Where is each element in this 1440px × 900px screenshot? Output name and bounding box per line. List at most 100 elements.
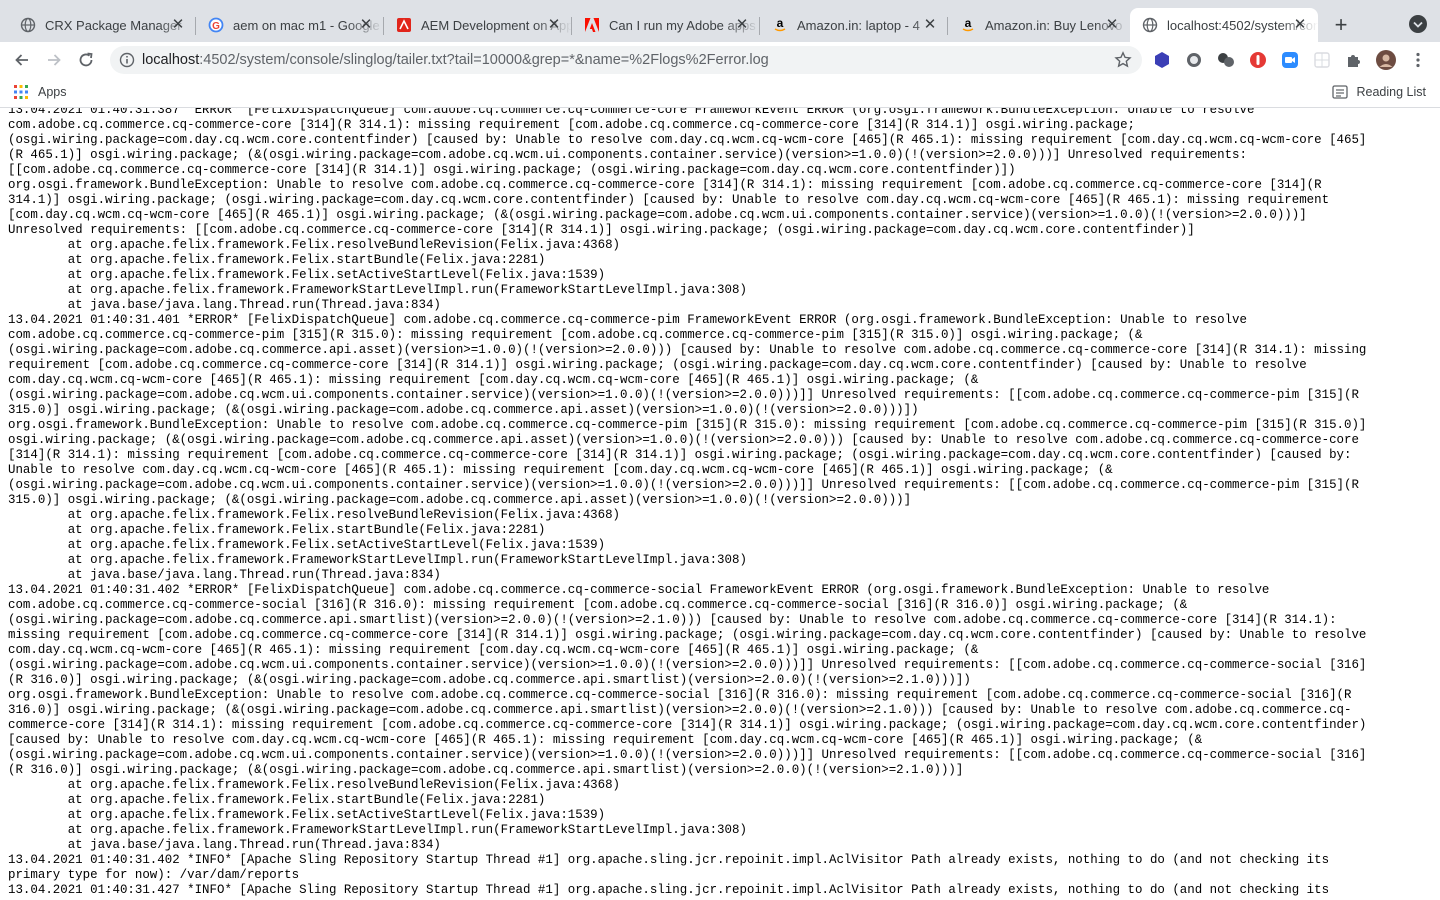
log-line: at org.apache.felix.framework.FrameworkS… (8, 823, 747, 837)
log-line: org.osgi.framework.BundleException: Unab… (8, 418, 1367, 432)
reading-list-icon (1331, 85, 1348, 99)
amazon-icon: a (772, 17, 788, 33)
log-line: (osgi.wiring.package=com.adobe.cq.wcm.ui… (8, 388, 1359, 402)
close-tab-icon[interactable]: ✕ (1104, 17, 1120, 33)
new-tab-button[interactable]: + (1328, 12, 1354, 38)
log-line: at org.apache.felix.framework.Felix.star… (8, 523, 546, 537)
tab-strip: CRX Package Manager ✕ G aem on mac m1 - … (0, 0, 1440, 48)
google-icon: G (208, 17, 224, 33)
log-line: 13.04.2021 01:40:31.402 *INFO* [Apache S… (8, 853, 1330, 867)
log-line: [com.day.cq.wcm.cq-wcm-core [465](R 465.… (8, 208, 1307, 222)
extension-hexagon-icon[interactable] (1152, 50, 1172, 70)
forward-button[interactable] (42, 48, 66, 72)
log-line: com.adobe.cq.commerce.cq-commerce-core [… (8, 118, 1136, 132)
log-line: (osgi.wiring.package=com.adobe.cq.wcm.ui… (8, 748, 1367, 762)
close-tab-icon[interactable]: ✕ (922, 17, 938, 33)
log-line: at org.apache.felix.framework.Felix.reso… (8, 238, 621, 252)
log-line: commerce-core [314](R 314.1): missing re… (8, 718, 1367, 732)
extension-red-icon[interactable] (1248, 50, 1268, 70)
log-line: at java.base/java.lang.Thread.run(Thread… (8, 838, 441, 852)
log-line: at java.base/java.lang.Thread.run(Thread… (8, 298, 441, 312)
log-line: [[com.adobe.cq.commerce.cq-commerce-core… (8, 163, 1016, 177)
log-line: primary type for now): /var/dam/reports (8, 868, 300, 882)
arrow-left-icon (15, 54, 28, 66)
log-line: org.osgi.framework.BundleException: Unab… (8, 178, 1322, 192)
url-text[interactable]: localhost:4502/system/console/slinglog/t… (142, 46, 769, 74)
close-tab-icon[interactable]: ✕ (1292, 17, 1308, 33)
log-line: osgi.wiring.package; (&(osgi.wiring.pack… (8, 433, 1359, 447)
tab-amazon-lenovo[interactable]: a Amazon.in: Buy Lenovo ✕ (948, 8, 1130, 42)
reload-button[interactable] (74, 48, 98, 72)
close-tab-icon[interactable]: ✕ (170, 17, 186, 33)
tab-amazon-laptop[interactable]: a Amazon.in: laptop - 4 ✕ (760, 8, 948, 42)
log-line: at org.apache.felix.framework.Felix.setA… (8, 808, 606, 822)
adobe-icon (584, 17, 600, 33)
browser-chrome: CRX Package Manager ✕ G aem on mac m1 - … (0, 0, 1440, 108)
log-output: 13.04.2021 01:40:31.387 *ERROR* [FelixDi… (8, 108, 1366, 898)
tab-aem-development[interactable]: AEM Development on Apple M1 ✕ (384, 8, 572, 42)
extension-grid-icon[interactable] (1312, 50, 1332, 70)
profile-avatar[interactable] (1376, 50, 1396, 70)
url-host: localhost (142, 52, 200, 68)
log-line: at org.apache.felix.framework.FrameworkS… (8, 553, 747, 567)
tab-crx-package-manager[interactable]: CRX Package Manager ✕ (8, 8, 196, 42)
log-line: com.day.cq.wcm.cq-wcm-core [465](R 465.1… (8, 643, 979, 657)
log-line: (osgi.wiring.package=com.adobe.cq.wcm.ui… (8, 658, 1367, 672)
log-line: at java.base/java.lang.Thread.run(Thread… (8, 568, 441, 582)
amazon-icon: a (960, 17, 976, 33)
log-line: 13.04.2021 01:40:31.427 *INFO* [Apache S… (8, 883, 1330, 897)
back-button[interactable] (10, 48, 34, 72)
extension-circle-icon[interactable] (1184, 50, 1204, 70)
log-line: at org.apache.felix.framework.Felix.star… (8, 793, 546, 807)
close-tab-icon[interactable]: ✕ (734, 17, 750, 33)
address-bar[interactable]: localhost:4502/system/console/slinglog/t… (110, 46, 1142, 74)
bookmark-star-icon[interactable] (1114, 51, 1132, 69)
log-line: at org.apache.felix.framework.Felix.reso… (8, 508, 621, 522)
url-path: :4502/system/console/slinglog/tailer.txt… (199, 52, 769, 68)
tab-google-search[interactable]: G aem on mac m1 - Google Search ✕ (196, 8, 384, 42)
log-line: Unable to resolve com.day.cq.wcm.cq-wcm-… (8, 463, 1113, 477)
svg-text:a: a (777, 17, 784, 30)
reload-icon (79, 52, 93, 67)
log-line: 315.0)] osgi.wiring.package; (&(osgi.wir… (8, 403, 919, 417)
adobe-aem-icon (396, 17, 412, 33)
log-line: org.osgi.framework.BundleException: Unab… (8, 688, 1352, 702)
log-line: com.adobe.cq.commerce.cq-commerce-social… (8, 598, 1188, 612)
log-line: [314](R 314.1): missing requirement [com… (8, 448, 1352, 462)
info-icon[interactable] (119, 52, 135, 68)
reading-list-label: Reading List (1356, 85, 1427, 99)
extensions-puzzle-icon[interactable] (1344, 50, 1364, 70)
log-line: 13.04.2021 01:40:31.402 *ERROR* [FelixDi… (8, 583, 1270, 597)
log-line: (R 465.1)] osgi.wiring.package; (&(osgi.… (8, 148, 1247, 162)
svg-text:G: G (212, 21, 220, 32)
apps-label: Apps (38, 85, 67, 99)
log-line: 13.04.2021 01:40:31.401 *ERROR* [FelixDi… (8, 313, 1247, 327)
extension-dots-icon[interactable] (1216, 50, 1236, 70)
log-line: [caused by: Unable to resolve com.day.cq… (8, 733, 1203, 747)
log-line: (osgi.wiring.package=com.adobe.cq.wcm.ui… (8, 478, 1359, 492)
log-line: at org.apache.felix.framework.Felix.setA… (8, 268, 606, 282)
log-line: 315.0)] osgi.wiring.package; (&(osgi.wir… (8, 493, 912, 507)
log-line: (osgi.wiring.package=com.day.cq.wcm.core… (8, 133, 1367, 147)
close-tab-icon[interactable]: ✕ (546, 17, 562, 33)
bookmarks-bar: Apps Reading List (0, 80, 1440, 108)
log-line: com.adobe.cq.commerce.cq-commerce-pim [3… (8, 328, 1143, 342)
apps-grid-icon (14, 85, 28, 99)
globe-icon (1142, 17, 1158, 33)
tab-search-chevron-icon[interactable] (1408, 14, 1428, 34)
log-line: at org.apache.felix.framework.Felix.reso… (8, 778, 621, 792)
close-tab-icon[interactable]: ✕ (358, 17, 374, 33)
reading-list-button[interactable]: Reading List (1331, 85, 1427, 99)
zoom-extension-icon[interactable] (1280, 50, 1300, 70)
arrow-right-icon (48, 54, 61, 66)
log-line: (R 316.0)] osgi.wiring.package; (&(osgi.… (8, 673, 971, 687)
apps-shortcut[interactable]: Apps (14, 85, 67, 99)
log-line: 316.0)] osgi.wiring.package; (&(osgi.wir… (8, 703, 1352, 717)
tab-adobe-apps-m1[interactable]: Can I run my Adobe apps on M1 ✕ (572, 8, 760, 42)
globe-icon (20, 17, 36, 33)
svg-text:a: a (965, 17, 972, 30)
menu-kebab-icon[interactable] (1408, 50, 1428, 70)
log-line: at org.apache.felix.framework.Felix.setA… (8, 538, 606, 552)
page-content: 13.04.2021 01:40:31.387 *ERROR* [FelixDi… (0, 108, 1440, 900)
log-line: (R 316.0)] osgi.wiring.package; (&(osgi.… (8, 763, 964, 777)
